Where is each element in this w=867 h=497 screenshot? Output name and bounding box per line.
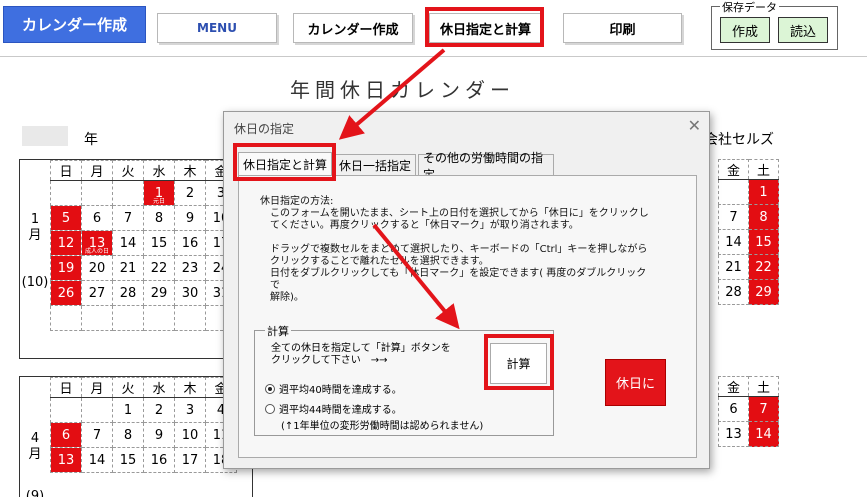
arrow-to-calc [372, 223, 460, 330]
annotation-arrows [338, 48, 460, 330]
arrow-to-tab [338, 48, 446, 140]
